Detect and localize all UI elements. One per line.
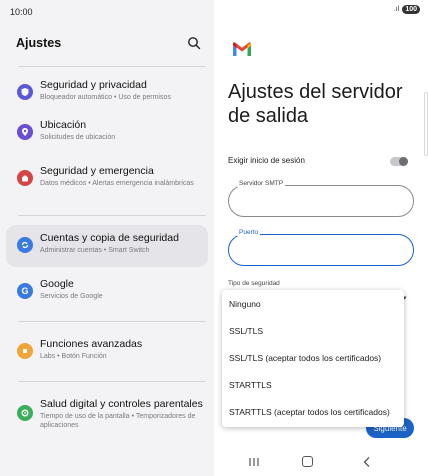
- status-indicators: .ıl 100: [394, 5, 420, 14]
- divider: [18, 381, 206, 382]
- item-subtitle: Administrar cuentas • Smart Switch: [40, 247, 150, 254]
- auth-toggle[interactable]: [390, 157, 408, 166]
- wellbeing-icon: [17, 405, 33, 421]
- toggle-knob: [399, 157, 408, 166]
- page-title: Ajustes del servidor de salida: [228, 81, 403, 127]
- option-starttls[interactable]: STARTTLS: [222, 371, 404, 398]
- item-subtitle: Datos médicos • Alertas emergencia inalá…: [40, 180, 194, 187]
- item-title: Seguridad y emergencia: [40, 165, 154, 177]
- port-field[interactable]: Puerto: [228, 229, 414, 266]
- settings-title: Ajustes: [16, 36, 62, 50]
- location-icon: [17, 124, 33, 140]
- auth-label: Exigir inicio de sesión: [228, 156, 305, 165]
- item-title: Seguridad y privacidad: [40, 79, 147, 91]
- item-subtitle: Solicitudes de ubicación: [40, 134, 116, 141]
- settings-pane: 10:00 Ajustes Seguridad y privacidad Blo…: [0, 0, 214, 476]
- security-type-dropdown: Ninguno SSL/TLS SSL/TLS (aceptar todos l…: [222, 290, 404, 427]
- option-ssl-tls-accept-all[interactable]: SSL/TLS (aceptar todos los certificados): [222, 344, 404, 371]
- divider: [18, 66, 206, 67]
- sync-icon: [17, 237, 33, 253]
- item-title: Salud digital y controles parentales: [40, 398, 203, 410]
- port-label: Puerto: [237, 229, 261, 236]
- settings-item-accounts-backup[interactable]: Cuentas y copia de seguridad Administrar…: [6, 225, 208, 267]
- google-icon: G: [17, 283, 33, 299]
- settings-item-digital-wellbeing[interactable]: Salud digital y controles parentales Tie…: [6, 391, 208, 441]
- status-time: 10:00: [10, 7, 33, 17]
- scrollbar[interactable]: [424, 92, 428, 156]
- gmail-logo-icon: [233, 42, 251, 56]
- item-title: Funciones avanzadas: [40, 338, 143, 350]
- option-starttls-accept-all[interactable]: STARTTLS (aceptar todos los certificados…: [222, 398, 404, 425]
- settings-item-google[interactable]: G Google Servicios de Google: [6, 271, 208, 317]
- option-ssl-tls[interactable]: SSL/TLS: [222, 317, 404, 344]
- item-title: Ubicación: [40, 119, 87, 131]
- battery-level: 100: [402, 5, 420, 14]
- recent-apps-icon[interactable]: [248, 457, 260, 467]
- settings-item-location[interactable]: Ubicación Solicitudes de ubicación: [6, 112, 208, 158]
- option-none[interactable]: Ninguno: [222, 290, 404, 317]
- search-icon[interactable]: [187, 36, 201, 50]
- divider: [18, 321, 206, 322]
- item-title: Google: [40, 278, 74, 290]
- smtp-server-label: Servidor SMTP: [237, 180, 286, 187]
- item-title: Cuentas y copia de seguridad: [40, 232, 179, 244]
- item-subtitle: Labs • Botón Función: [40, 353, 107, 360]
- settings-item-emergency[interactable]: Seguridad y emergencia Datos médicos • A…: [6, 158, 208, 204]
- navigation-bar: [214, 448, 428, 476]
- home-icon[interactable]: [302, 456, 313, 467]
- divider: [18, 215, 206, 216]
- smtp-server-field[interactable]: Servidor SMTP: [228, 180, 414, 217]
- item-subtitle: Tiempo de uso de la pantalla • Temporiza…: [40, 413, 196, 429]
- settings-item-advanced[interactable]: Funciones avanzadas Labs • Botón Función: [6, 331, 208, 377]
- item-subtitle: Servicios de Google: [40, 293, 103, 300]
- signal-icon: .ıl: [393, 6, 400, 13]
- back-icon[interactable]: [362, 456, 372, 468]
- advanced-icon: [17, 343, 33, 359]
- shield-icon: [17, 84, 33, 100]
- emergency-icon: [17, 170, 33, 186]
- item-subtitle: Bloqueador automático • Uso de permisos: [40, 94, 171, 101]
- security-type-label: Tipo de seguridad: [228, 280, 280, 287]
